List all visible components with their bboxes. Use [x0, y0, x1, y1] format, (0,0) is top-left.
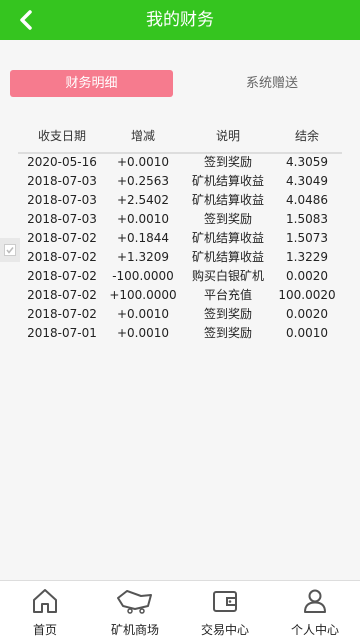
row-description: 矿机结算收益: [191, 193, 264, 207]
nav-home-label: 首页: [32, 623, 57, 637]
tab-system-gifts[interactable]: 系统赠送: [204, 70, 340, 97]
nav-personal-center[interactable]: 个人中心: [270, 581, 360, 641]
table-row: 2018-07-01 +0.0010 签到奖励 0.0010: [18, 324, 342, 343]
row-date: 2018-07-03: [27, 174, 97, 188]
user-icon: [304, 589, 326, 613]
row-change: +2.5402: [116, 193, 170, 207]
row-change: +0.0010: [116, 212, 170, 226]
side-handle[interactable]: [0, 238, 20, 262]
row-balance: 0.0020: [286, 269, 328, 283]
header-date: 收支日期: [37, 129, 86, 143]
row-date: 2018-07-03: [27, 212, 97, 226]
row-balance: 0.0010: [286, 326, 328, 340]
table-row: 2018-07-02 +0.1844 矿机结算收益 1.5073: [18, 229, 342, 248]
table-header: 收支日期 增减 说明 结余: [18, 122, 342, 154]
row-description: 平台充值: [203, 288, 252, 302]
row-date: 2018-07-02: [27, 288, 97, 302]
table-row: 2018-07-02 +0.0010 签到奖励 0.0020: [18, 305, 342, 324]
row-change: +0.0010: [116, 307, 170, 321]
row-date: 2018-07-02: [27, 307, 97, 321]
row-balance: 100.0020: [278, 288, 336, 302]
nav-trade-center[interactable]: 交易中心: [180, 581, 270, 641]
row-change: +0.1844: [116, 231, 170, 245]
nav-personal-center-label: 个人中心: [290, 623, 339, 637]
row-change: +0.0010: [116, 155, 170, 169]
table-row: 2018-07-02 +100.0000 平台充值 100.0020: [18, 286, 342, 305]
nav-trade-center-label: 交易中心: [200, 623, 249, 637]
table-row: 2018-07-02 +1.3209 矿机结算收益 1.3229: [18, 248, 342, 267]
check-square-icon: [4, 244, 16, 256]
nav-mining-store[interactable]: 矿机商场: [90, 581, 180, 641]
row-change: +0.2563: [116, 174, 170, 188]
home-icon: [33, 589, 57, 613]
row-description: 签到奖励: [203, 155, 252, 169]
bottom-nav: 首页 矿机商场 交易中心 个人中心: [0, 580, 360, 641]
row-description: 购买白银矿机: [191, 269, 264, 283]
nav-home[interactable]: 首页: [0, 581, 90, 641]
row-date: 2018-07-02: [27, 269, 97, 283]
mining-machine-icon: [117, 590, 152, 614]
row-date: 2020-05-16: [27, 155, 97, 169]
header-description: 说明: [215, 129, 240, 143]
row-description: 签到奖励: [203, 326, 252, 340]
row-balance: 4.3049: [286, 174, 328, 188]
header-change: 增减: [130, 129, 155, 143]
table-row: 2018-07-02 -100.0000 购买白银矿机 0.0020: [18, 267, 342, 286]
table-row: 2018-07-03 +2.5402 矿机结算收益 4.0486: [18, 191, 342, 210]
row-date: 2018-07-01: [27, 326, 97, 340]
app-header: 我的财务: [0, 0, 360, 40]
row-description: 签到奖励: [203, 307, 252, 321]
row-balance: 4.0486: [286, 193, 328, 207]
table-row: 2018-07-03 +0.2563 矿机结算收益 4.3049: [18, 172, 342, 191]
table-row: 2020-05-16 +0.0010 签到奖励 4.3059: [18, 153, 342, 172]
page-title: 我的财务: [146, 10, 214, 30]
row-description: 签到奖励: [203, 212, 252, 226]
row-description: 矿机结算收益: [191, 231, 264, 245]
row-date: 2018-07-03: [27, 193, 97, 207]
row-balance: 4.3059: [286, 155, 328, 169]
tab-finance-details[interactable]: 财务明细: [10, 70, 173, 97]
table-row: 2018-07-03 +0.0010 签到奖励 1.5083: [18, 210, 342, 229]
transaction-list: 2020-05-16 +0.0010 签到奖励 4.3059 2018-07-0…: [18, 153, 342, 343]
row-change: +100.0000: [109, 288, 177, 302]
row-balance: 0.0020: [286, 307, 328, 321]
row-date: 2018-07-02: [27, 231, 97, 245]
wallet-icon: [213, 591, 237, 612]
nav-mining-store-label: 矿机商场: [110, 623, 159, 637]
row-description: 矿机结算收益: [191, 174, 264, 188]
row-description: 矿机结算收益: [191, 250, 264, 264]
row-balance: 1.5083: [286, 212, 328, 226]
row-balance: 1.3229: [286, 250, 328, 264]
header-balance: 结余: [294, 129, 319, 143]
row-date: 2018-07-02: [27, 250, 97, 264]
row-balance: 1.5073: [286, 231, 328, 245]
tab-bar: 财务明细 系统赠送: [10, 70, 340, 97]
row-change: +0.0010: [116, 326, 170, 340]
row-change: -100.0000: [112, 269, 174, 283]
row-change: +1.3209: [116, 250, 170, 264]
